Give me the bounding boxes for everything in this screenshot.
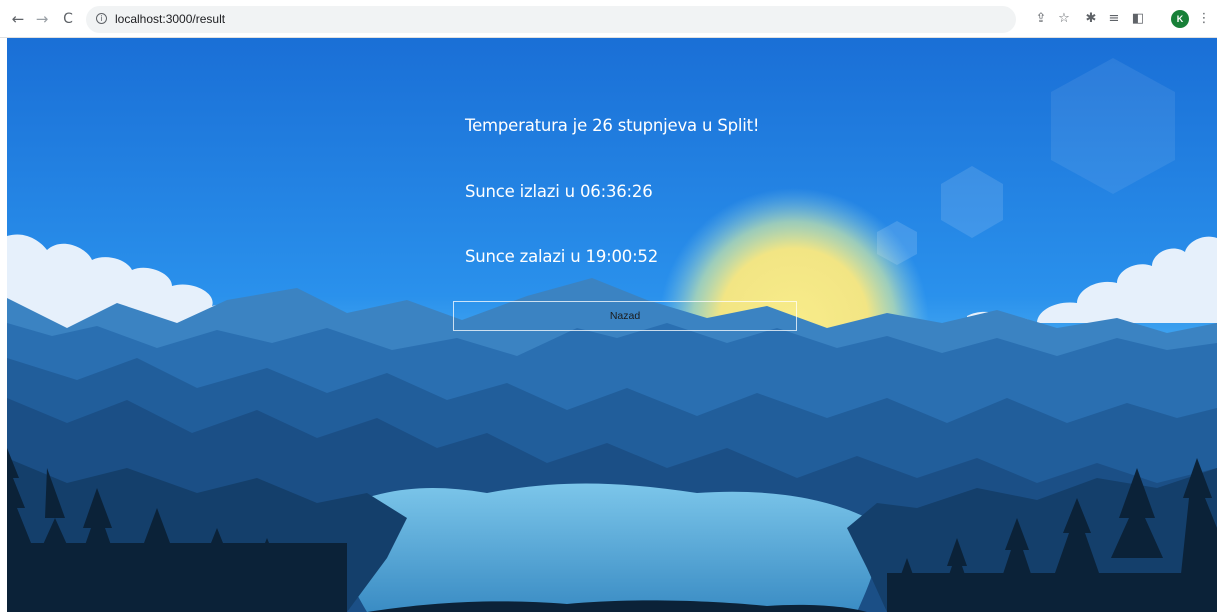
back-button[interactable]: Nazad	[453, 301, 797, 331]
temperature-text: Temperatura je 26 stupnjeva u Split!	[465, 116, 760, 135]
sunset-text: Sunce zalazi u 19:00:52	[465, 247, 659, 266]
sunrise-text: Sunce izlazi u 06:36:26	[465, 182, 653, 201]
url-text[interactable]: localhost:3000/result	[115, 12, 225, 26]
reload-icon[interactable]: C	[58, 9, 78, 29]
bookmark-star-icon[interactable]: ☆	[1055, 10, 1073, 28]
browser-toolbar: ← → C i localhost:3000/result ⇪ ☆ ✱ ≡ ◧ …	[0, 0, 1217, 38]
share-icon[interactable]: ⇪	[1032, 10, 1050, 28]
site-info-icon[interactable]: i	[96, 13, 107, 24]
reading-list-icon[interactable]: ≡	[1105, 10, 1123, 28]
back-arrow-icon[interactable]: ←	[8, 9, 28, 29]
address-bar[interactable]: i localhost:3000/result	[86, 6, 1016, 33]
profile-avatar[interactable]: K	[1171, 10, 1189, 28]
extensions-puzzle-icon[interactable]: ✱	[1082, 10, 1100, 28]
menu-kebab-icon[interactable]: ⋮	[1195, 10, 1213, 28]
page-viewport: Temperatura je 26 stupnjeva u Split! Sun…	[7, 38, 1217, 612]
side-panel-icon[interactable]: ◧	[1129, 10, 1147, 28]
forward-arrow-icon[interactable]: →	[32, 9, 52, 29]
